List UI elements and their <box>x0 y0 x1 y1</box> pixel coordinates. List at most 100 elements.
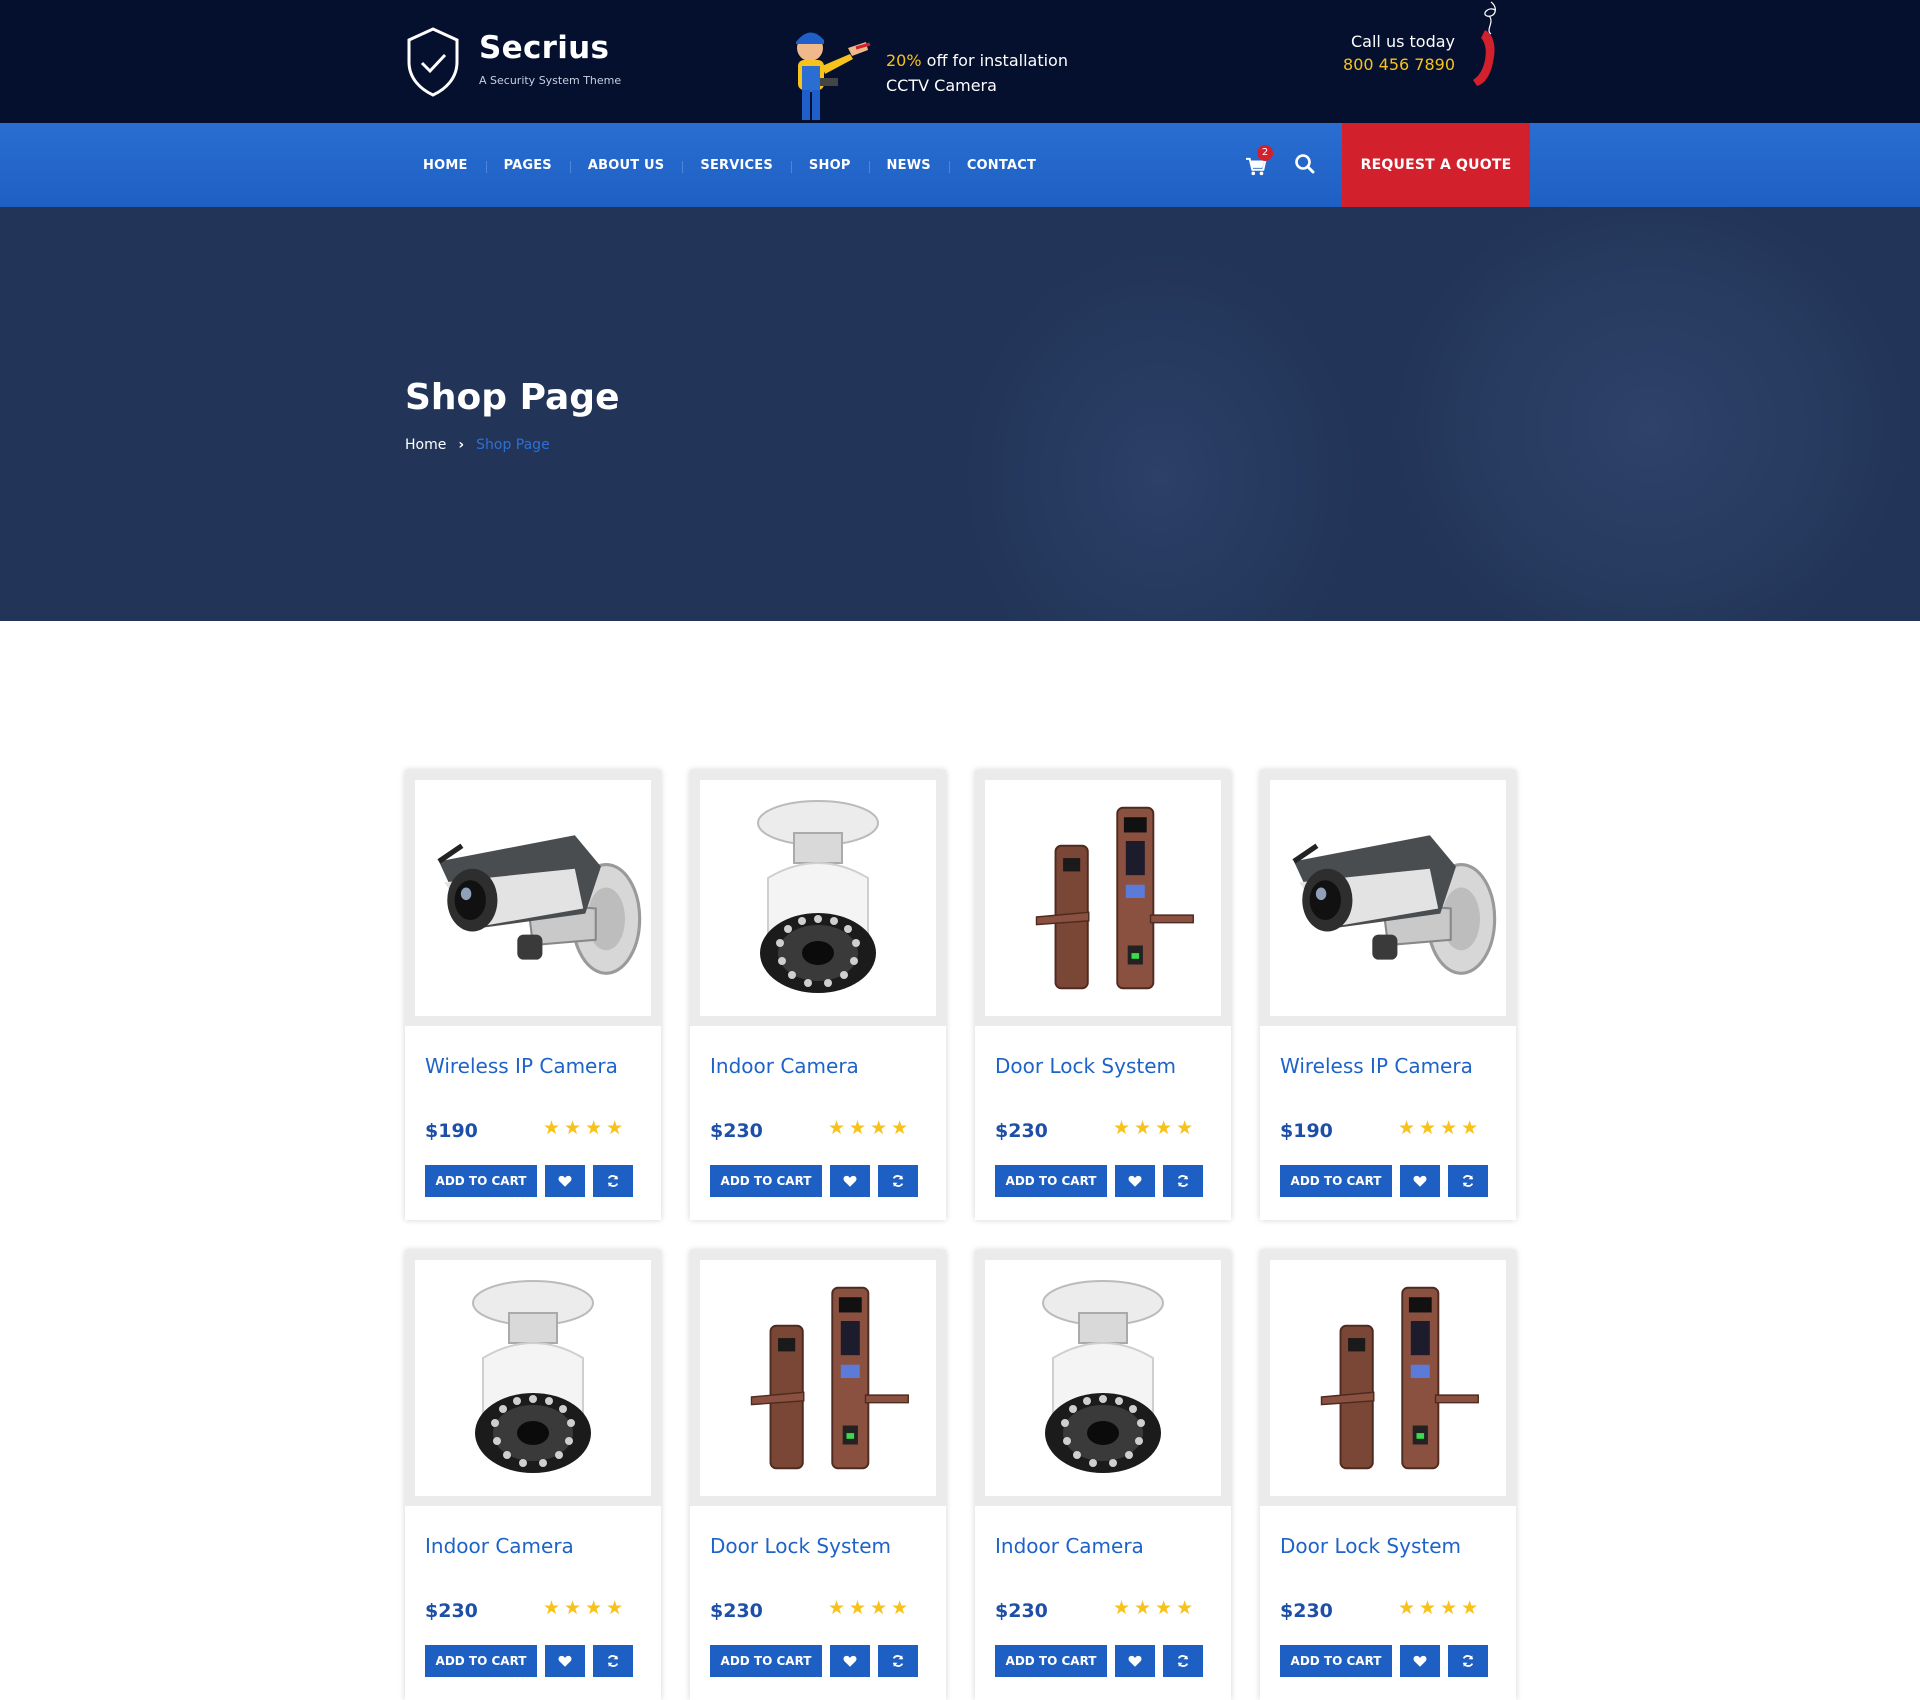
refresh-icon <box>607 1655 619 1667</box>
product-image-frame <box>975 1250 1231 1506</box>
nav-item-news[interactable]: NEWS <box>868 158 949 173</box>
product-card[interactable]: Indoor Camera $230 ★★★★ ADD TO CART <box>690 770 946 1220</box>
nav-item-home[interactable]: HOME <box>405 158 486 173</box>
breadcrumb-home-link[interactable]: Home <box>405 437 446 453</box>
compare-button[interactable] <box>593 1645 633 1677</box>
product-rating: ★★★★ <box>828 1117 912 1139</box>
star-icon: ★ <box>1440 1597 1462 1619</box>
compare-button[interactable] <box>1448 1165 1488 1197</box>
product-image[interactable] <box>985 1260 1221 1496</box>
star-icon: ★ <box>870 1117 892 1139</box>
star-icon: ★ <box>1461 1117 1483 1139</box>
add-to-cart-button[interactable]: ADD TO CART <box>710 1645 822 1677</box>
request-quote-button[interactable]: REQUEST A QUOTE <box>1342 123 1530 207</box>
wishlist-button[interactable] <box>830 1645 870 1677</box>
compare-button[interactable] <box>1163 1165 1203 1197</box>
star-icon: ★ <box>543 1597 565 1619</box>
product-image[interactable] <box>700 780 936 1016</box>
wishlist-button[interactable] <box>1115 1645 1155 1677</box>
product-card[interactable]: Wireless IP Camera $190 ★★★★ ADD TO CART <box>1260 770 1516 1220</box>
product-image[interactable] <box>700 1260 936 1496</box>
product-rating: ★★★★ <box>828 1597 912 1619</box>
star-icon: ★ <box>891 1117 913 1139</box>
product-price: $230 <box>425 1600 478 1622</box>
nav-item-shop[interactable]: SHOP <box>790 158 869 173</box>
add-to-cart-button[interactable]: ADD TO CART <box>425 1165 537 1197</box>
product-card[interactable]: Door Lock System $230 ★★★★ ADD TO CART <box>975 770 1231 1220</box>
add-to-cart-button[interactable]: ADD TO CART <box>1280 1645 1392 1677</box>
add-to-cart-button[interactable]: ADD TO CART <box>425 1645 537 1677</box>
wishlist-button[interactable] <box>545 1165 585 1197</box>
bullet-camera-icon <box>1292 835 1497 975</box>
compare-button[interactable] <box>1163 1645 1203 1677</box>
product-image[interactable] <box>1270 780 1506 1016</box>
product-title[interactable]: Door Lock System <box>710 1534 891 1558</box>
heart-icon <box>558 1175 572 1187</box>
star-icon: ★ <box>564 1117 586 1139</box>
add-to-cart-button[interactable]: ADD TO CART <box>995 1165 1107 1197</box>
nav-item-pages[interactable]: PAGES <box>485 158 570 173</box>
product-card[interactable]: Indoor Camera $230 ★★★★ ADD TO CART <box>405 1250 661 1700</box>
product-image[interactable] <box>415 1260 651 1496</box>
product-card[interactable]: Wireless IP Camera $190 ★★★★ ADD TO CART <box>405 770 661 1220</box>
wishlist-button[interactable] <box>1400 1165 1440 1197</box>
phone-number[interactable]: 800 456 7890 <box>1300 55 1455 74</box>
product-price: $230 <box>995 1600 1048 1622</box>
brand-tagline: A Security System Theme <box>479 74 622 87</box>
product-title[interactable]: Indoor Camera <box>425 1534 574 1558</box>
star-icon: ★ <box>1419 1597 1441 1619</box>
door-lock-icon <box>750 1286 909 1470</box>
product-title[interactable]: Wireless IP Camera <box>425 1054 618 1078</box>
product-title[interactable]: Wireless IP Camera <box>1280 1054 1473 1078</box>
star-icon: ★ <box>849 1117 871 1139</box>
compare-button[interactable] <box>593 1165 633 1197</box>
add-to-cart-button[interactable]: ADD TO CART <box>995 1645 1107 1677</box>
star-icon: ★ <box>849 1597 871 1619</box>
promo-line2: CCTV Camera <box>886 76 997 95</box>
product-rating: ★★★★ <box>1398 1117 1482 1139</box>
product-title[interactable]: Door Lock System <box>1280 1534 1461 1558</box>
star-icon: ★ <box>1134 1597 1156 1619</box>
star-icon: ★ <box>1440 1117 1462 1139</box>
promo-percent: 20% <box>886 51 922 70</box>
add-to-cart-button[interactable]: ADD TO CART <box>1280 1165 1392 1197</box>
heart-icon <box>843 1655 857 1667</box>
banner-background-photo-2 <box>1390 207 1910 621</box>
compare-button[interactable] <box>878 1645 918 1677</box>
product-card[interactable]: Door Lock System $230 ★★★★ ADD TO CART <box>1260 1250 1516 1700</box>
nav-item-services[interactable]: SERVICES <box>682 158 791 173</box>
product-title[interactable]: Indoor Camera <box>995 1534 1144 1558</box>
product-rating: ★★★★ <box>543 1117 627 1139</box>
product-title[interactable]: Door Lock System <box>995 1054 1176 1078</box>
star-icon: ★ <box>585 1597 607 1619</box>
wishlist-button[interactable] <box>830 1165 870 1197</box>
star-icon: ★ <box>606 1597 628 1619</box>
compare-button[interactable] <box>878 1165 918 1197</box>
top-header: Secrius A Security System Theme 20% off … <box>0 0 1920 123</box>
compare-button[interactable] <box>1448 1645 1488 1677</box>
add-to-cart-button[interactable]: ADD TO CART <box>710 1165 822 1197</box>
star-icon: ★ <box>891 1597 913 1619</box>
wishlist-button[interactable] <box>1115 1165 1155 1197</box>
search-icon[interactable] <box>1294 153 1316 175</box>
heart-icon <box>1128 1655 1142 1667</box>
star-icon: ★ <box>1155 1117 1177 1139</box>
star-icon: ★ <box>870 1597 892 1619</box>
wishlist-button[interactable] <box>545 1645 585 1677</box>
star-icon: ★ <box>543 1117 565 1139</box>
dome-camera-icon <box>472 1280 594 1473</box>
product-card[interactable]: Indoor Camera $230 ★★★★ ADD TO CART <box>975 1250 1231 1700</box>
cart-button[interactable]: 2 <box>1245 145 1273 177</box>
heart-icon <box>843 1175 857 1187</box>
product-image[interactable] <box>415 780 651 1016</box>
nav-item-about-us[interactable]: ABOUT US <box>569 158 683 173</box>
nav-item-contact[interactable]: CONTACT <box>948 158 1054 173</box>
brand-logo[interactable]: Secrius A Security System Theme <box>405 26 621 98</box>
product-image[interactable] <box>1270 1260 1506 1496</box>
product-image[interactable] <box>985 780 1221 1016</box>
star-icon: ★ <box>1419 1117 1441 1139</box>
product-title[interactable]: Indoor Camera <box>710 1054 859 1078</box>
shield-check-icon <box>407 27 459 97</box>
product-card[interactable]: Door Lock System $230 ★★★★ ADD TO CART <box>690 1250 946 1700</box>
wishlist-button[interactable] <box>1400 1645 1440 1677</box>
